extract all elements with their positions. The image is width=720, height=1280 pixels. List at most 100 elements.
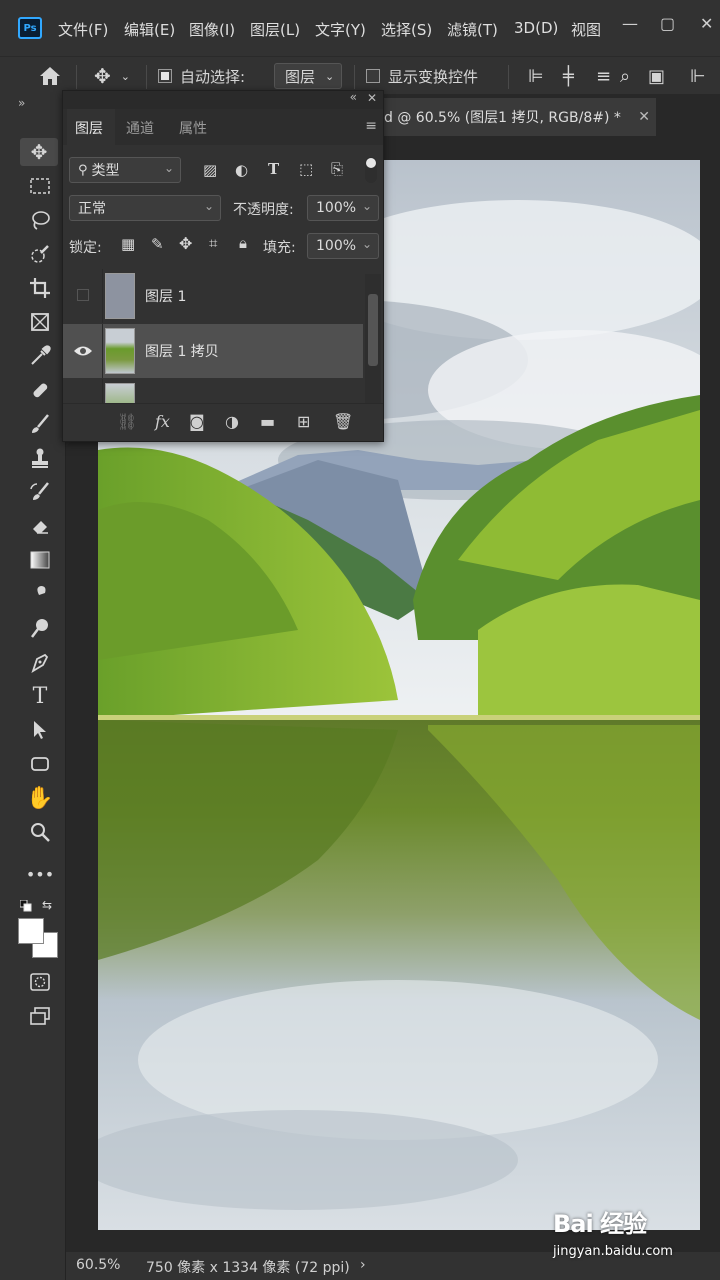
panel-header[interactable]: « ✕ <box>63 90 383 109</box>
close-tab-icon[interactable]: ✕ <box>638 109 650 125</box>
layer-style-icon[interactable]: fx <box>155 412 170 431</box>
close-panel-icon[interactable]: ✕ <box>367 91 377 105</box>
frame-tool-icon[interactable] <box>22 308 58 336</box>
filter-kind-dropdown[interactable]: ⚲ 类型 ⌄ <box>69 157 181 183</box>
stamp-tool-icon[interactable] <box>22 444 58 472</box>
menu-view[interactable]: 视图 <box>571 19 601 40</box>
path-selection-tool-icon[interactable] <box>22 716 58 744</box>
layer-row-selected[interactable]: 图层 1 拷贝 <box>63 324 363 378</box>
layer-filter-row: ⚲ 类型 ⌄ ▨ ◐ T ⬚ ⎘ <box>63 153 383 189</box>
opacity-field[interactable]: 100% ⌄ <box>307 195 379 221</box>
visibility-toggle[interactable] <box>63 324 103 378</box>
auto-select-checkbox[interactable] <box>158 69 172 83</box>
screen-mode-icon[interactable] <box>22 1002 58 1030</box>
filter-toggle[interactable] <box>365 157 377 183</box>
new-group-icon[interactable]: ▬ <box>260 412 275 431</box>
photoshop-logo[interactable]: Ps <box>18 17 42 39</box>
close-window-icon[interactable]: ✕ <box>700 14 713 33</box>
workspace-icon[interactable]: ▣ <box>648 57 665 95</box>
align-left-icon[interactable]: ⊫ <box>528 57 544 95</box>
collapse-toolbar-icon[interactable]: » <box>18 96 25 110</box>
zoom-level[interactable]: 60.5% <box>76 1257 120 1273</box>
menu-file[interactable]: 文件(F) <box>58 19 108 40</box>
menu-edit[interactable]: 编辑(E) <box>124 19 175 40</box>
lock-all-icon[interactable]: 🔒︎ <box>239 234 247 252</box>
more-tools-icon[interactable]: ••• <box>22 860 58 888</box>
healing-brush-tool-icon[interactable] <box>22 376 58 404</box>
visibility-toggle[interactable] <box>63 379 103 403</box>
scrollbar-thumb[interactable] <box>368 294 378 366</box>
align-center-icon[interactable]: ╪ <box>563 57 574 95</box>
tab-properties[interactable]: 属性 <box>179 118 207 138</box>
crop-tool-icon[interactable] <box>22 274 58 302</box>
layers-scrollbar[interactable] <box>365 274 381 404</box>
lock-image-icon[interactable]: ✎ <box>151 235 164 253</box>
share-icon[interactable]: ⊩ <box>690 57 706 95</box>
watermark-url: jingyan.baidu.com <box>553 1244 673 1259</box>
show-transform-checkbox[interactable] <box>366 69 380 83</box>
menu-layer[interactable]: 图层(L) <box>250 19 300 40</box>
adjustment-layer-icon[interactable]: ◑ <box>225 412 239 431</box>
status-chevron-icon[interactable]: › <box>360 1257 366 1273</box>
tab-channels[interactable]: 通道 <box>126 118 154 138</box>
rectangle-tool-icon[interactable] <box>22 750 58 778</box>
maximize-icon[interactable]: ▢ <box>660 14 675 33</box>
fill-field[interactable]: 100% ⌄ <box>307 233 379 259</box>
menu-type[interactable]: 文字(Y) <box>315 19 366 40</box>
document-info: 750 像素 x 1334 像素 (72 ppi) <box>146 1260 350 1276</box>
filter-smart-object-icon[interactable]: ⎘ <box>331 160 343 178</box>
delete-layer-icon[interactable]: 🗑︎ <box>333 412 353 431</box>
filter-type-icon[interactable]: T <box>268 160 279 178</box>
new-layer-icon[interactable]: ⊞ <box>297 412 310 431</box>
lasso-tool-icon[interactable] <box>22 206 58 234</box>
filter-pixel-icon[interactable]: ▨ <box>203 161 217 179</box>
minimize-icon[interactable]: — <box>622 14 638 33</box>
marquee-tool-icon[interactable] <box>22 172 58 200</box>
visibility-toggle[interactable] <box>63 269 103 323</box>
panel-menu-icon[interactable]: ≡ <box>365 118 377 134</box>
document-tab[interactable]: d @ 60.5% (图层1 拷贝, RGB/8#) * ✕ <box>384 98 656 136</box>
collapse-panel-icon[interactable]: « <box>350 90 357 104</box>
menu-3d[interactable]: 3D(D) <box>514 19 558 37</box>
menu-bar: Ps 文件(F) 编辑(E) 图像(I) 图层(L) 文字(Y) 选择(S) 滤… <box>0 0 720 56</box>
zoom-tool-icon[interactable] <box>22 818 58 846</box>
smudge-tool-icon[interactable] <box>22 580 58 608</box>
lock-transparent-icon[interactable]: ▦ <box>121 235 135 253</box>
pen-tool-icon[interactable] <box>22 648 58 676</box>
gradient-tool-icon[interactable] <box>22 546 58 574</box>
menu-filter[interactable]: 滤镜(T) <box>447 19 498 40</box>
hand-tool-icon[interactable]: ✋ <box>22 784 58 812</box>
link-layers-icon[interactable]: ⛓ <box>117 412 137 431</box>
eyedropper-tool-icon[interactable] <box>22 342 58 370</box>
move-tool-icon[interactable]: ✥ <box>20 138 58 166</box>
blend-mode-dropdown[interactable]: 正常 ⌄ <box>69 195 221 221</box>
search-icon[interactable]: ⌕ <box>620 57 630 95</box>
align-right-icon[interactable]: ≡ <box>596 57 611 95</box>
lock-row: 锁定: ▦ ✎ ✥ ⌗ 🔒︎ 填充: 100% ⌄ <box>63 229 383 265</box>
lock-position-icon[interactable]: ✥ <box>179 234 192 253</box>
filter-shape-icon[interactable]: ⬚ <box>299 160 313 178</box>
eraser-tool-icon[interactable] <box>22 512 58 540</box>
layer-name: 图层 1 <box>145 289 187 305</box>
layer-row-partial[interactable] <box>63 379 363 403</box>
menu-image[interactable]: 图像(I) <box>189 19 235 40</box>
dodge-tool-icon[interactable] <box>22 614 58 642</box>
brush-tool-icon[interactable] <box>22 410 58 438</box>
quick-mask-icon[interactable] <box>22 968 58 996</box>
foreground-color-swatch[interactable] <box>18 918 44 944</box>
home-icon[interactable] <box>38 57 62 95</box>
layer-thumbnail <box>105 383 135 403</box>
blend-mode-row: 正常 ⌄ 不透明度: 100% ⌄ <box>63 191 383 227</box>
options-bar: ✥ ⌄ 自动选择: 图层 ⌄ 显示变换控件 ⊫ ╪ ≡ ⌕ ▣ ⊩ <box>0 56 720 94</box>
swap-colors-icon[interactable]: ⇆ <box>42 898 52 912</box>
add-mask-icon[interactable]: ◙ <box>189 412 205 431</box>
quick-select-tool-icon[interactable] <box>22 240 58 268</box>
history-brush-tool-icon[interactable] <box>22 478 58 506</box>
lock-artboard-icon[interactable]: ⌗ <box>209 234 217 252</box>
type-tool-icon[interactable]: T <box>22 682 58 710</box>
menu-select[interactable]: 选择(S) <box>381 19 432 40</box>
filter-adjustment-icon[interactable]: ◐ <box>235 161 248 179</box>
tab-layers[interactable]: 图层 <box>75 118 103 138</box>
default-colors-icon[interactable] <box>19 899 32 912</box>
layer-row[interactable]: 图层 1 <box>63 269 363 323</box>
